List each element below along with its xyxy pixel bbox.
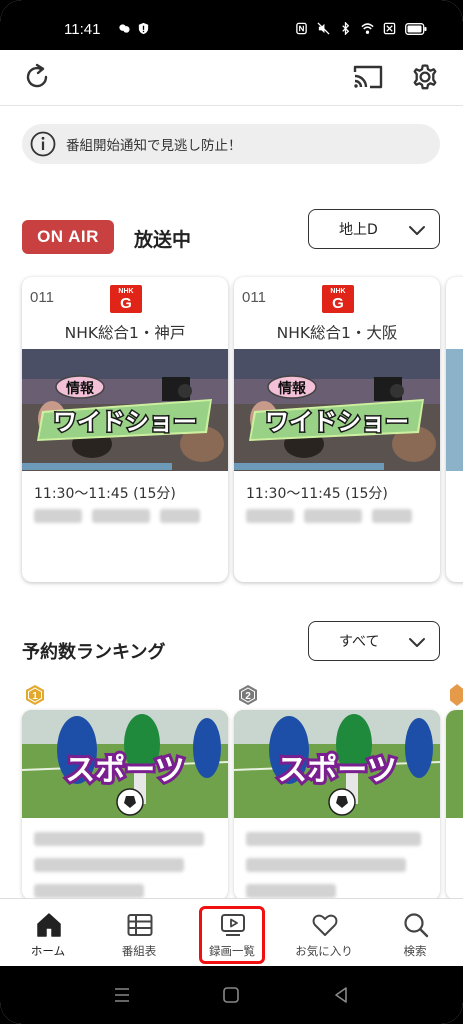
- chevron-down-icon: [409, 226, 425, 235]
- channel-name: NHK総合1・大阪: [276, 324, 398, 342]
- rank-badge-1: 1: [26, 685, 44, 705]
- rank-badge-3-partial: [450, 684, 463, 706]
- info-icon: [30, 131, 56, 157]
- thumb-title: スポーツ: [277, 753, 396, 788]
- onair-title: 放送中: [134, 229, 192, 251]
- ranking-card-partial[interactable]: [446, 710, 463, 900]
- ranking-thumbnail: スポーツ: [22, 710, 228, 818]
- onair-badge: ON AIR: [22, 220, 114, 254]
- program-title-blurred: [34, 509, 200, 523]
- bluetooth-icon: [342, 22, 350, 35]
- thumb-title: ワイドショー: [53, 408, 197, 436]
- notification-banner[interactable]: 番組開始通知で見逃し防止！: [22, 124, 440, 164]
- ranking-filter-dropdown[interactable]: すべて: [308, 621, 440, 661]
- settings-button[interactable]: [405, 57, 445, 97]
- nhk-g-logo: NHK G: [322, 285, 354, 313]
- alert-shield-icon: [138, 22, 149, 35]
- nav-home[interactable]: ホーム: [2, 899, 94, 967]
- program-thumbnail: 情報 ワイドショー: [234, 349, 440, 471]
- cast-icon: [353, 65, 383, 89]
- program-title-blurred: [246, 509, 412, 523]
- channel-card[interactable]: 011 NHK G NHK総合1・大阪 情報 ワイドショー 11:30〜11:4…: [234, 277, 440, 582]
- status-bar: 11:41: [0, 0, 463, 50]
- nhk-g-logo: NHK G: [110, 285, 142, 313]
- nfc-icon: [296, 22, 307, 35]
- nav-label: ホーム: [30, 944, 66, 958]
- nav-label: 番組表: [121, 944, 157, 958]
- search-icon: [404, 913, 429, 938]
- highlight-annotation: [199, 906, 265, 964]
- back-icon[interactable]: [332, 986, 350, 1004]
- notice-text: 番組開始通知で見逃し防止！: [66, 138, 242, 154]
- mute-icon: [317, 22, 330, 35]
- system-navigation-bar: [0, 966, 463, 1024]
- channel-number: 011: [242, 289, 266, 306]
- channel-number: 011: [30, 289, 54, 306]
- progress-bar: [234, 463, 385, 470]
- thumb-title: スポーツ: [65, 753, 184, 788]
- broadcast-type-value: 地上D: [339, 222, 378, 238]
- svg-text:2: 2: [245, 691, 251, 702]
- weather-icon: [119, 24, 130, 33]
- ranking-title-blurred: [246, 832, 421, 898]
- ranking-card[interactable]: スポーツ: [234, 710, 440, 900]
- ranking-card[interactable]: スポーツ: [22, 710, 228, 900]
- progress-bar: [22, 463, 173, 470]
- status-time: 11:41: [64, 21, 101, 38]
- home-icon: [37, 913, 61, 937]
- recents-icon[interactable]: [112, 986, 132, 1004]
- cast-button[interactable]: [348, 57, 388, 97]
- chevron-down-icon: [409, 638, 425, 647]
- airtime: 11:30〜11:45 (15分): [246, 486, 388, 502]
- thumb-title: ワイドショー: [265, 408, 409, 436]
- program-guide-icon: [127, 914, 153, 936]
- rank-badge-2: 2: [239, 685, 257, 705]
- top-bar: [0, 50, 463, 106]
- ranking-thumbnail: スポーツ: [234, 710, 440, 818]
- thumb-tag: 情報: [66, 380, 95, 397]
- wifi-icon: [361, 23, 374, 34]
- nav-search[interactable]: 検索: [369, 899, 461, 967]
- program-thumbnail: 情報 ワイドショー: [22, 349, 228, 471]
- thumb-tag: 情報: [278, 380, 307, 397]
- channel-name: NHK総合1・神戸: [64, 324, 186, 342]
- app-screen: 11:41 番組開始通知で見逃し防止！ ON AIR 放送中 地上D 011 N…: [0, 0, 463, 1024]
- ranking-title-blurred: [34, 832, 204, 898]
- ranking-title: 予約数ランキング: [22, 642, 166, 663]
- nav-program-guide[interactable]: 番組表: [93, 899, 185, 967]
- channel-card[interactable]: 011 NHK G NHK総合1・神戸 情報 ワイドショー 11:30〜11:4…: [22, 277, 228, 582]
- nav-label: 検索: [403, 944, 427, 958]
- nav-favorites[interactable]: お気に入り: [278, 899, 370, 967]
- refresh-button[interactable]: [17, 57, 57, 97]
- battery-icon: [405, 22, 427, 35]
- heart-icon: [312, 914, 338, 936]
- svg-text:1: 1: [32, 691, 38, 702]
- nav-label: お気に入り: [295, 944, 353, 958]
- airtime: 11:30〜11:45 (15分): [34, 486, 176, 502]
- channel-card-partial[interactable]: [446, 277, 463, 582]
- broadcast-type-dropdown[interactable]: 地上D: [308, 209, 440, 249]
- refresh-icon: [26, 63, 48, 88]
- home-button-icon[interactable]: [222, 986, 240, 1004]
- gear-icon: [413, 64, 437, 90]
- sim-off-icon: [383, 22, 396, 35]
- ranking-filter-value: すべて: [339, 634, 380, 650]
